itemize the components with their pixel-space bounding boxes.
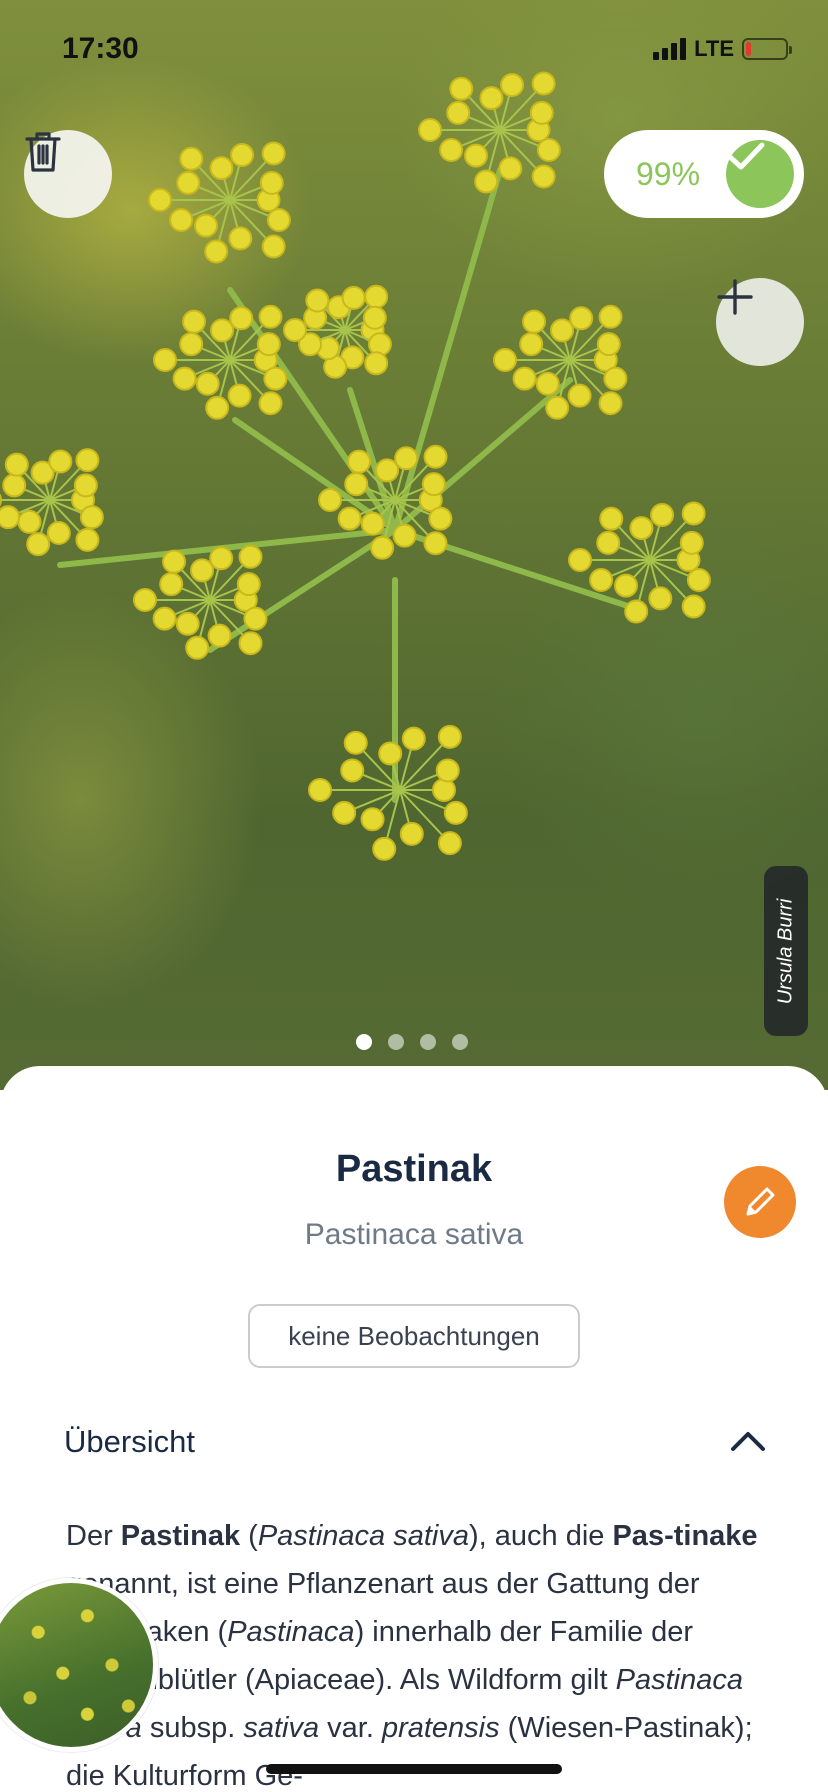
plus-icon bbox=[717, 279, 753, 315]
species-common-name: Pastinak bbox=[335, 1148, 493, 1190]
home-indicator[interactable] bbox=[266, 1764, 562, 1774]
species-scientific-name: Pastinaca sativa bbox=[304, 1218, 524, 1251]
photo-credit-label: Ursula Burri bbox=[774, 898, 797, 1004]
status-time: 17:30 bbox=[62, 32, 139, 65]
pencil-icon bbox=[746, 1187, 775, 1216]
page-indicator[interactable] bbox=[356, 1034, 468, 1050]
signal-icon bbox=[653, 38, 687, 60]
status-indicators: LTE bbox=[653, 36, 792, 62]
trash-icon bbox=[25, 132, 61, 172]
chevron-up-icon[interactable] bbox=[728, 1428, 768, 1454]
species-photo[interactable]: 17:30 LTE 99% Ursula Burri bbox=[0, 0, 828, 1090]
confidence-value: 99% bbox=[636, 155, 701, 192]
network-type: LTE bbox=[694, 36, 734, 61]
battery-icon bbox=[742, 38, 792, 60]
confidence-badge[interactable]: 99% bbox=[604, 130, 804, 218]
photo-credit: Ursula Burri bbox=[764, 866, 808, 1036]
page-dot[interactable] bbox=[388, 1034, 404, 1050]
battery-level bbox=[746, 42, 751, 56]
page-dot[interactable] bbox=[420, 1034, 436, 1050]
checkmark-icon bbox=[726, 140, 794, 208]
delete-button[interactable] bbox=[24, 130, 112, 218]
page-dot[interactable] bbox=[356, 1034, 372, 1050]
page-dot[interactable] bbox=[452, 1034, 468, 1050]
overview-section-title[interactable]: Übersicht bbox=[64, 1424, 195, 1460]
edit-button[interactable] bbox=[724, 1166, 796, 1238]
observations-button[interactable]: keine Beobachtungen bbox=[248, 1304, 580, 1368]
add-photo-button[interactable] bbox=[716, 278, 804, 366]
overview-text: Der Pastinak (Pastinaca sativa), auch di… bbox=[66, 1520, 758, 1792]
